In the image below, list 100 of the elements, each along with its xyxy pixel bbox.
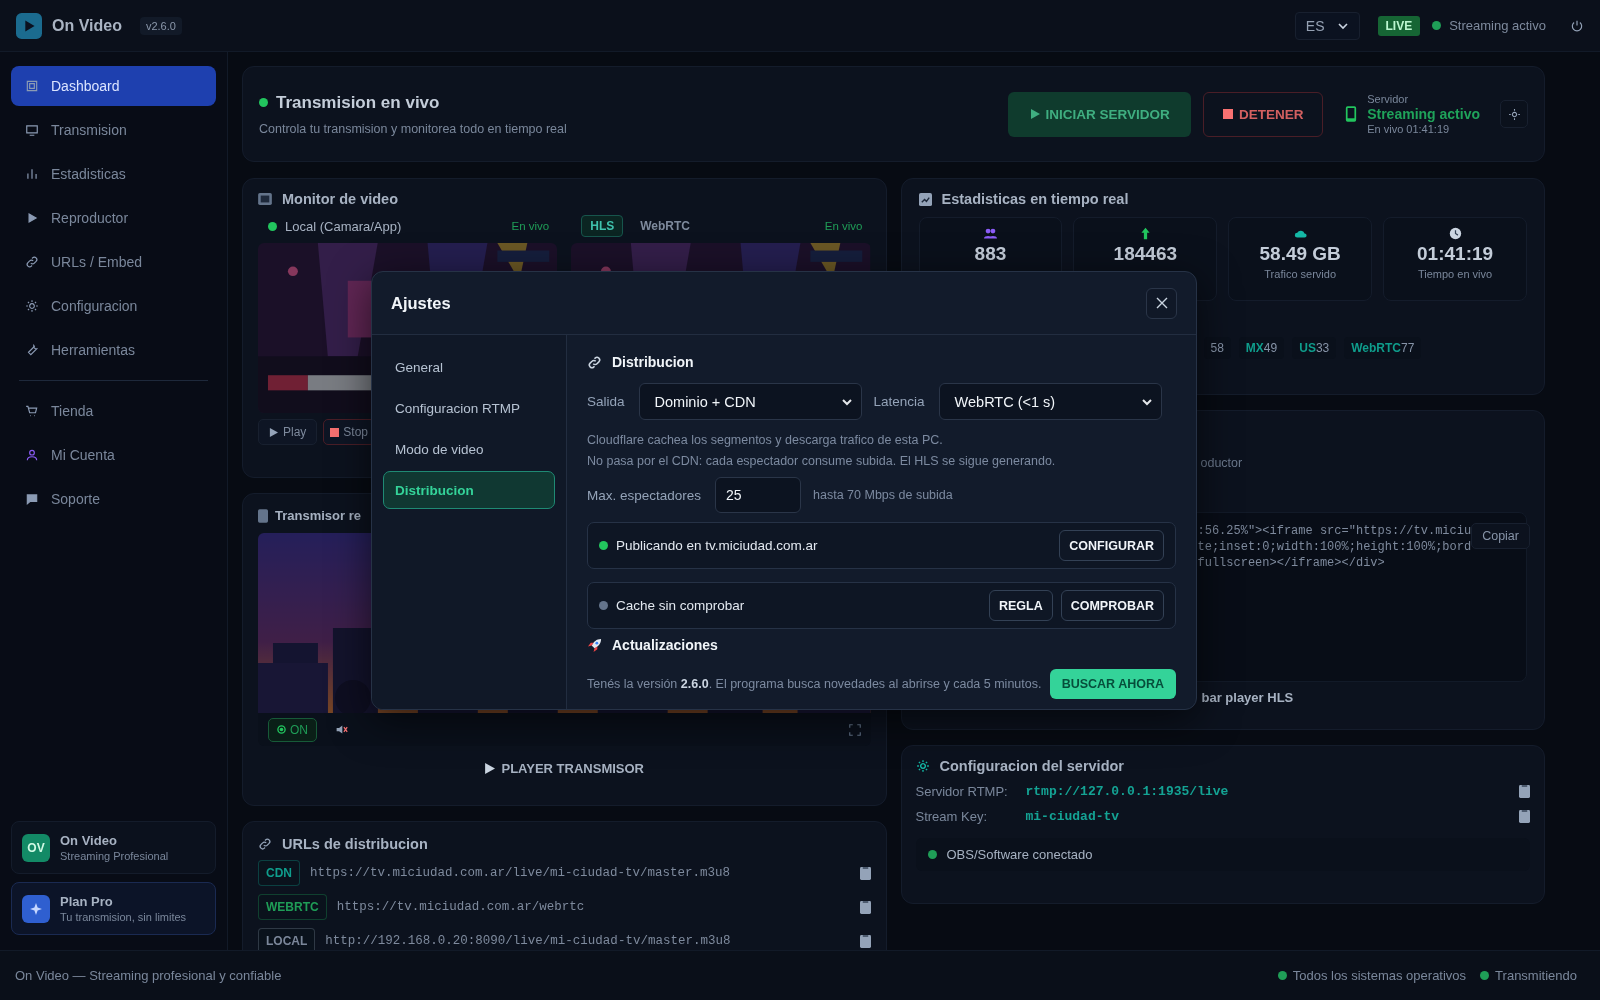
field-label: Salida [587,394,625,409]
live-badge: LIVE [1377,15,1421,36]
avatar-initials: OV [22,833,50,862]
settings-nav-item[interactable]: Distribucion [383,471,555,509]
country-chip: US33 [1292,337,1337,359]
page-subtitle: Controla tu transmision y monitorea todo en tiempo real [259,121,567,136]
play-icon [269,427,278,437]
close-button[interactable] [1146,287,1177,319]
link-icon [587,354,602,370]
play-button[interactable]: Play [258,419,318,445]
settings-nav-item[interactable]: Configuracion RTMP [383,389,555,427]
stop-button[interactable]: DETENER [1203,91,1324,137]
settings-nav-item[interactable]: General [383,348,555,386]
copy-button[interactable]: Copiar [1471,523,1530,549]
stream-tab[interactable]: HLS [581,215,624,237]
section-title: Actualizaciones [612,637,718,653]
film-icon [258,193,272,205]
field-label: Max. espectadores [587,487,702,503]
people-icon [983,227,997,240]
sparkle-icon [22,894,50,923]
check-updates-button[interactable]: BUSCAR AHORA [1049,669,1176,699]
field-label: Servidor RTMP: [915,784,1009,799]
code-line: fullscreen></iframe></div> [1197,555,1385,571]
max-viewers-field[interactable]: 25 [715,477,802,513]
connection-status: OBS/Software conectado [946,847,1093,862]
hint-text: hasta 70 Mbps de subida [813,486,953,504]
code-line: :56.25%"><iframe src="https://tv.miciu [1197,523,1472,539]
card-subtitle: Streaming Profesional [60,850,169,862]
server-status: Streaming activo [1367,106,1480,122]
status-label: Streaming activo [1449,18,1546,33]
clipboard-icon[interactable] [859,934,871,948]
clipboard-icon[interactable] [859,866,871,880]
card-title: Configuracion del servidor [939,758,1124,774]
on-toggle[interactable]: ON [268,717,317,742]
language-select[interactable]: ES [1294,11,1360,40]
card-subtitle: Tu transmision, sin limites [60,911,187,923]
sidebar-item[interactable]: URLs / Embed [11,242,216,282]
output-select[interactable]: Dominio + CDN [638,383,862,420]
sidebar-item[interactable]: Mi Cuenta [11,435,216,475]
field-value: mi-ciudad-tv [1025,809,1120,824]
page-title: Transmision en vivo [276,92,440,113]
play-icon [25,211,39,225]
bar-chart-icon [25,167,39,181]
sidebar-item[interactable]: Dashboard [11,66,216,106]
close-icon [1155,297,1168,309]
settings-nav-item[interactable]: Modo de video [383,430,555,468]
sidebar-item[interactable]: Transmision [11,110,216,150]
field-value: rtmp://127.0.0.1:1935/live [1025,784,1229,799]
status-label: Todos los sistemas operativos [1292,968,1467,983]
clock-icon [1448,227,1462,240]
player-transmitter-button[interactable]: PLAYER TRANSMISOR [478,760,650,777]
section-title: Distribucion [612,354,694,370]
sidebar-item[interactable]: Herramientas [11,330,216,370]
card-title: Plan Pro [60,894,114,909]
user-icon [25,448,39,462]
hint-text: Cloudflare cachea los segmentos y descarga trafico de esta PC. [587,432,944,449]
card-title: Estadisticas en tiempo real [941,191,1129,207]
settings-button[interactable] [1500,100,1528,128]
country-chip: MX49 [1238,337,1285,359]
clipboard-icon[interactable] [1519,785,1530,798]
gear-icon [915,759,930,773]
power-icon[interactable] [1570,18,1584,33]
app-name: On Video [52,16,122,35]
version-badge: v2.6.0 [139,16,182,35]
url-text: https://tv.miciudad.com.ar/live/mi-ciudad-tv/master.m3u8 [310,866,731,880]
record-icon [277,725,286,734]
card-title: Transmisor re [275,508,361,523]
stat-label: Trafico servido [1264,268,1337,280]
url-text: http://192.168.0.20:8090/live/mi-ciudad-tv/master.m3u8 [325,934,731,948]
gear-icon [25,299,39,313]
url-text: https://tv.miciudad.com.ar/webrtc [336,900,585,914]
live-status: En vivo [824,220,863,232]
mute-icon[interactable] [335,723,348,736]
source-dot [268,221,277,231]
play-icon [484,763,496,774]
sidebar-item[interactable]: Tienda [11,391,216,431]
monitor-icon [25,123,39,137]
sidebar-item[interactable]: Reproductor [11,198,216,238]
action-button[interactable]: REGLA [988,590,1053,621]
action-button[interactable]: COMPROBAR [1060,590,1164,621]
clipboard-icon[interactable] [859,900,871,914]
start-server-button[interactable]: INICIAR SERVIDOR [1008,91,1192,137]
stream-tab[interactable]: WebRTC [631,215,700,237]
chart-icon [918,192,932,206]
url-tag: LOCAL [258,928,316,950]
sidebar-item[interactable]: Soporte [11,479,216,519]
latency-select[interactable]: WebRTC (<1 s) [938,383,1162,420]
country-chip: 58 [1203,337,1231,359]
stat-value: 01:41:19 [1417,243,1494,265]
play-icon [1029,109,1040,119]
server-uptime: En vivo 01:41:19 [1367,123,1451,135]
source-label: Local (Camara/App) [285,218,402,234]
sidebar-item[interactable]: Configuracion [11,286,216,326]
country-chip: WebRTC77 [1344,337,1422,359]
test-player-button[interactable]: bar player HLS [1201,690,1294,705]
clipboard-icon[interactable] [1519,810,1530,823]
sidebar-item[interactable]: Estadisticas [11,154,216,194]
action-button[interactable]: CONFIGURAR [1059,530,1164,561]
stop-icon [1222,109,1233,119]
stat-value: 184463 [1113,243,1177,265]
